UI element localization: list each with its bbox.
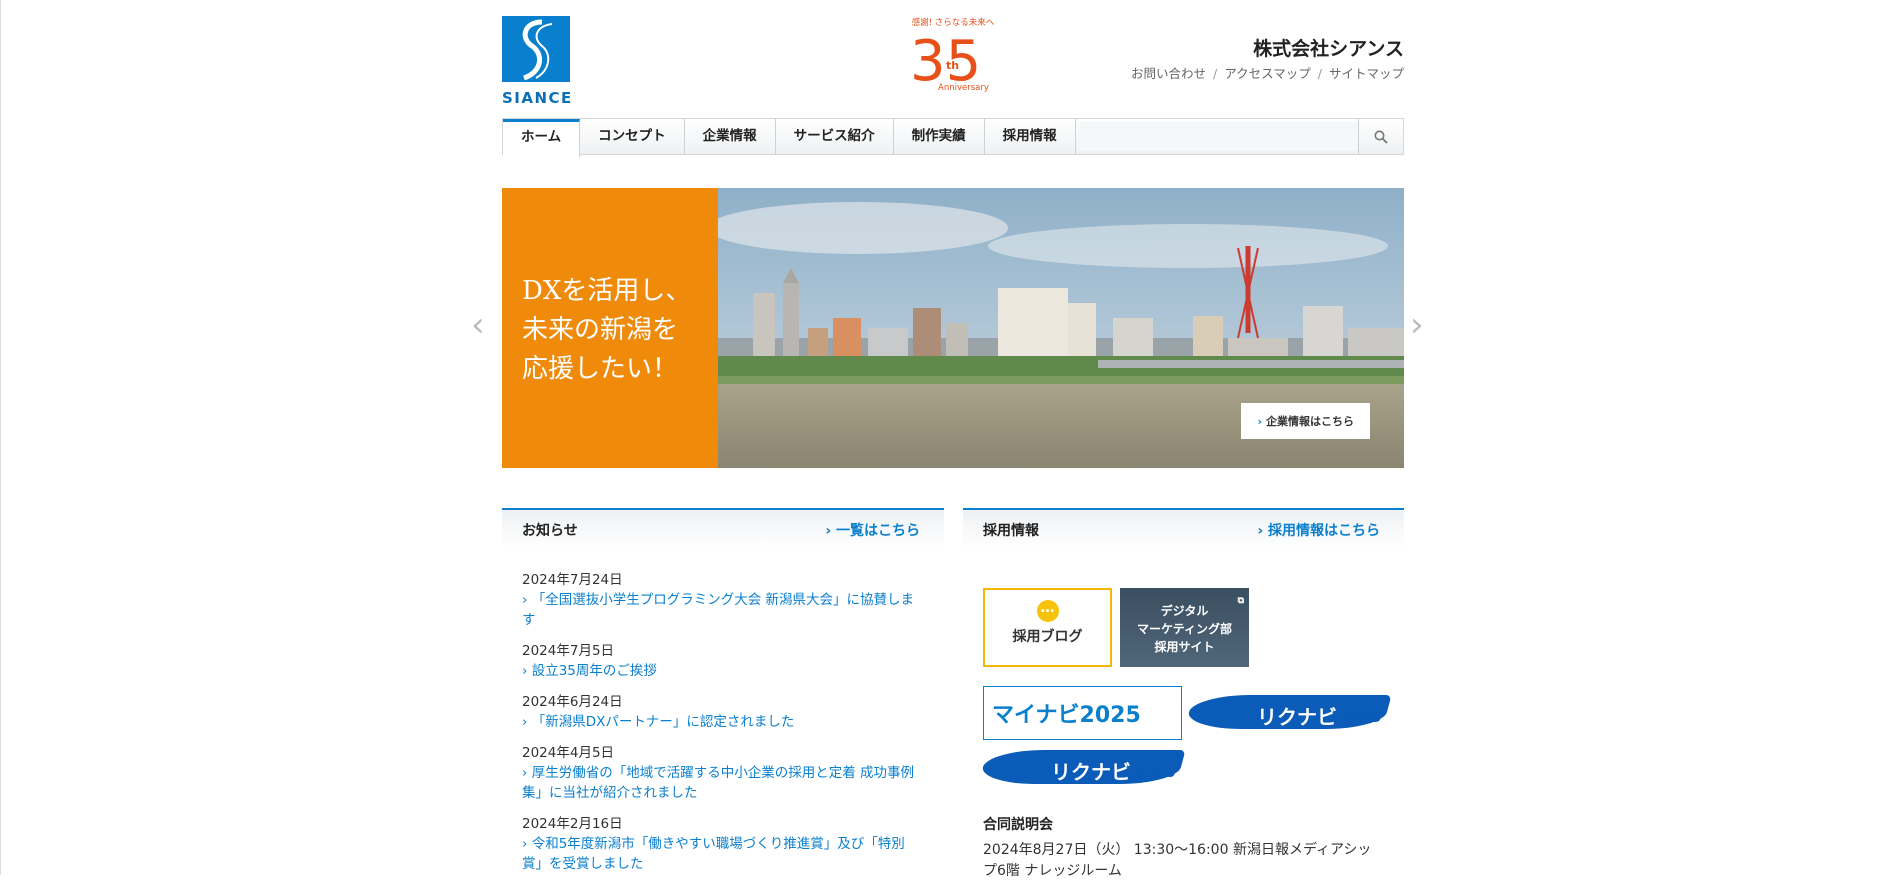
rikunavi-name: リクナビ [1257,705,1337,729]
news-link[interactable]: › 「新潟県DXパートナー」に認定されました [522,712,922,732]
mynavi-label: マイナビ2025 [992,703,1141,728]
nav-item-company[interactable]: 企業情報 [685,119,776,154]
anniversary-tagline: 感謝! さらなる未来へ [911,18,995,28]
list-item: 2024年7月5日 › 設立35周年のご挨拶 [522,641,922,681]
dm-site-line: デジタル [1160,604,1209,618]
chevron-right-icon: › [1257,415,1262,428]
news-link-text: 設立35周年のご挨拶 [531,663,657,679]
dm-site-line: マーケティング部 [1136,622,1233,636]
news-date: 2024年7月24日 [522,572,623,588]
news-date: 2024年6月24日 [522,694,623,710]
search-input[interactable] [1078,122,1358,151]
logo-text: SIANCE [502,89,573,107]
news-more-link[interactable]: › 一覧はこちら [825,520,920,540]
news-link-text: 厚生労働省の「地域で活躍する中小企業の採用と定着 成功事例集」に当社が紹介されま… [522,765,914,801]
external-link-icon: ⧉ [1237,596,1244,606]
dm-site-line: 採用サイト [1154,640,1215,654]
list-item: 2024年4月5日 › 厚生労働省の「地域で活躍する中小企業の採用と定着 成功事… [522,743,922,803]
news-date: 2024年7月5日 [522,643,615,659]
news-date: 2024年2月16日 [522,816,623,832]
hero-slider: DXを活用し、 未来の新潟を 応援したい！ › 企業情報はこちら [502,188,1404,468]
search-button[interactable] [1358,119,1403,154]
rikunavi-2025-banner[interactable]: リクナビ 2025 [1184,695,1392,733]
recruit-panel: 採用情報 › 採用情報はこちら … 採用ブログ ⧉ デジタル マーケティング部 … [963,508,1404,879]
recruit-blog-banner[interactable]: … 採用ブログ [983,588,1112,667]
company-name: 株式会社シアンス [1253,38,1404,60]
list-item: 2024年6月24日 › 「新潟県DXパートナー」に認定されました [522,692,922,732]
site-logo[interactable]: SIANCE [502,16,572,107]
nav-search [1076,119,1403,154]
chevron-right-icon: › [522,765,528,781]
hero-copy-line: 未来の新潟を [522,315,679,345]
slider-next-arrow-icon[interactable]: › [1410,308,1424,342]
anniversary-35th-logo: 35 th Anniversary [910,29,989,94]
anniversary-badge: 感謝! さらなる未来へ 35 th Anniversary [908,16,998,98]
anniversary-label: Anniversary [938,83,989,93]
separator: / [1213,66,1218,81]
hero-copy-panel: DXを活用し、 未来の新潟を 応援したい！ [502,188,718,468]
sitemap-link[interactable]: サイトマップ [1329,66,1404,81]
hero-city-photo: › 企業情報はこちら [718,188,1404,468]
page-border [0,0,1,875]
page-container: SIANCE 感謝! さらなる未来へ 35 th Anniversary 株式会… [502,0,1404,879]
nav-item-works[interactable]: 制作実績 [894,119,985,154]
rikunavi-year: 2026 [1131,762,1176,781]
speech-bubble-icon: … [1036,600,1059,622]
nav-item-recruit[interactable]: 採用情報 [985,119,1076,154]
slider-prev-arrow-icon[interactable]: ‹ [471,308,485,342]
news-link[interactable]: › 厚生労働省の「地域で活躍する中小企業の採用と定着 成功事例集」に当社が紹介さ… [522,763,922,803]
chevron-right-icon: › [825,522,832,539]
digital-marketing-recruit-banner[interactable]: ⧉ デジタル マーケティング部 採用サイト [1120,588,1249,667]
recruit-title: 採用情報 [983,522,1039,539]
news-link-text: 令和5年度新潟市「働きやすい職場づくり推進賞」及び「特別賞」を受賞しました [522,836,905,872]
joint-session-detail: 2024年8月27日（火） 13:30～16:00 新潟日報メディアシップ6階 … [983,842,1372,879]
news-list: 2024年7月24日 › 「全国選抜小学生プログラミング大会 新潟県大会」に協賛… [522,570,922,885]
nav-item-services[interactable]: サービス紹介 [776,119,894,154]
news-more-label: 一覧はこちら [836,522,920,539]
company-info-cta-button[interactable]: › 企業情報はこちら [1241,403,1370,439]
hero-copy-line: 応援したい！ [522,354,679,384]
nav-item-concept[interactable]: コンセプト [580,119,685,154]
rikunavi-name: リクナビ [1051,760,1131,784]
list-item: 2024年7月24日 › 「全国選抜小学生プログラミング大会 新潟県大会」に協賛… [522,570,922,630]
news-link[interactable]: › 令和5年度新潟市「働きやすい職場づくり推進賞」及び「特別賞」を受賞しました [522,834,922,874]
news-link-text: 「全国選抜小学生プログラミング大会 新潟県大会」に協賛します [522,592,914,628]
contact-link[interactable]: お問い合わせ [1131,66,1206,81]
logo-mark-icon [502,16,570,82]
news-date: 2024年4月5日 [522,745,615,761]
recruit-more-label: 採用情報はこちら [1268,522,1380,539]
hero-copy: DXを活用し、 未来の新潟を 応援したい！ [522,272,691,389]
chevron-right-icon: › [522,592,528,608]
cta-label: 企業情報はこちら [1266,415,1354,428]
recruit-more-link[interactable]: › 採用情報はこちら [1257,520,1380,540]
blog-label: 採用ブログ [1012,629,1083,645]
joint-session-title: 合同説明会 [983,817,1053,833]
chevron-right-icon: › [522,663,528,679]
recruit-panel-header: 採用情報 › 採用情報はこちら [963,508,1404,549]
chevron-right-icon: › [1257,522,1264,539]
rikunavi-2026-banner[interactable]: リクナビ 2026 [978,750,1186,788]
news-link[interactable]: › 「全国選抜小学生プログラミング大会 新潟県大会」に協賛します [522,590,922,630]
news-title: お知らせ [522,522,578,539]
rikunavi-year: 2025 [1337,707,1382,726]
chevron-right-icon: › [522,714,528,730]
news-panel-header: お知らせ › 一覧はこちら [502,508,944,549]
access-map-link[interactable]: アクセスマップ [1224,66,1311,81]
hero-copy-line: DXを活用し、 [522,276,692,306]
news-panel: お知らせ › 一覧はこちら 2024年7月24日 › 「全国選抜小学生プログラミ… [502,508,944,872]
main-nav: ホーム コンセプト 企業情報 サービス紹介 制作実績 採用情報 [502,118,1404,157]
anniversary-suffix: th [946,59,959,72]
separator: / [1317,66,1322,81]
utility-links: お問い合わせ / アクセスマップ / サイトマップ [1131,63,1404,82]
list-item: 2024年2月16日 › 令和5年度新潟市「働きやすい職場づくり推進賞」及び「特… [522,814,922,874]
news-link-text: 「新潟県DXパートナー」に認定されました [531,714,795,730]
search-icon [1374,130,1388,144]
news-link[interactable]: › 設立35周年のご挨拶 [522,661,922,681]
nav-item-home[interactable]: ホーム [503,119,581,157]
mynavi-2025-banner[interactable]: マイナビ2025 [983,686,1182,740]
chevron-right-icon: › [522,836,528,852]
